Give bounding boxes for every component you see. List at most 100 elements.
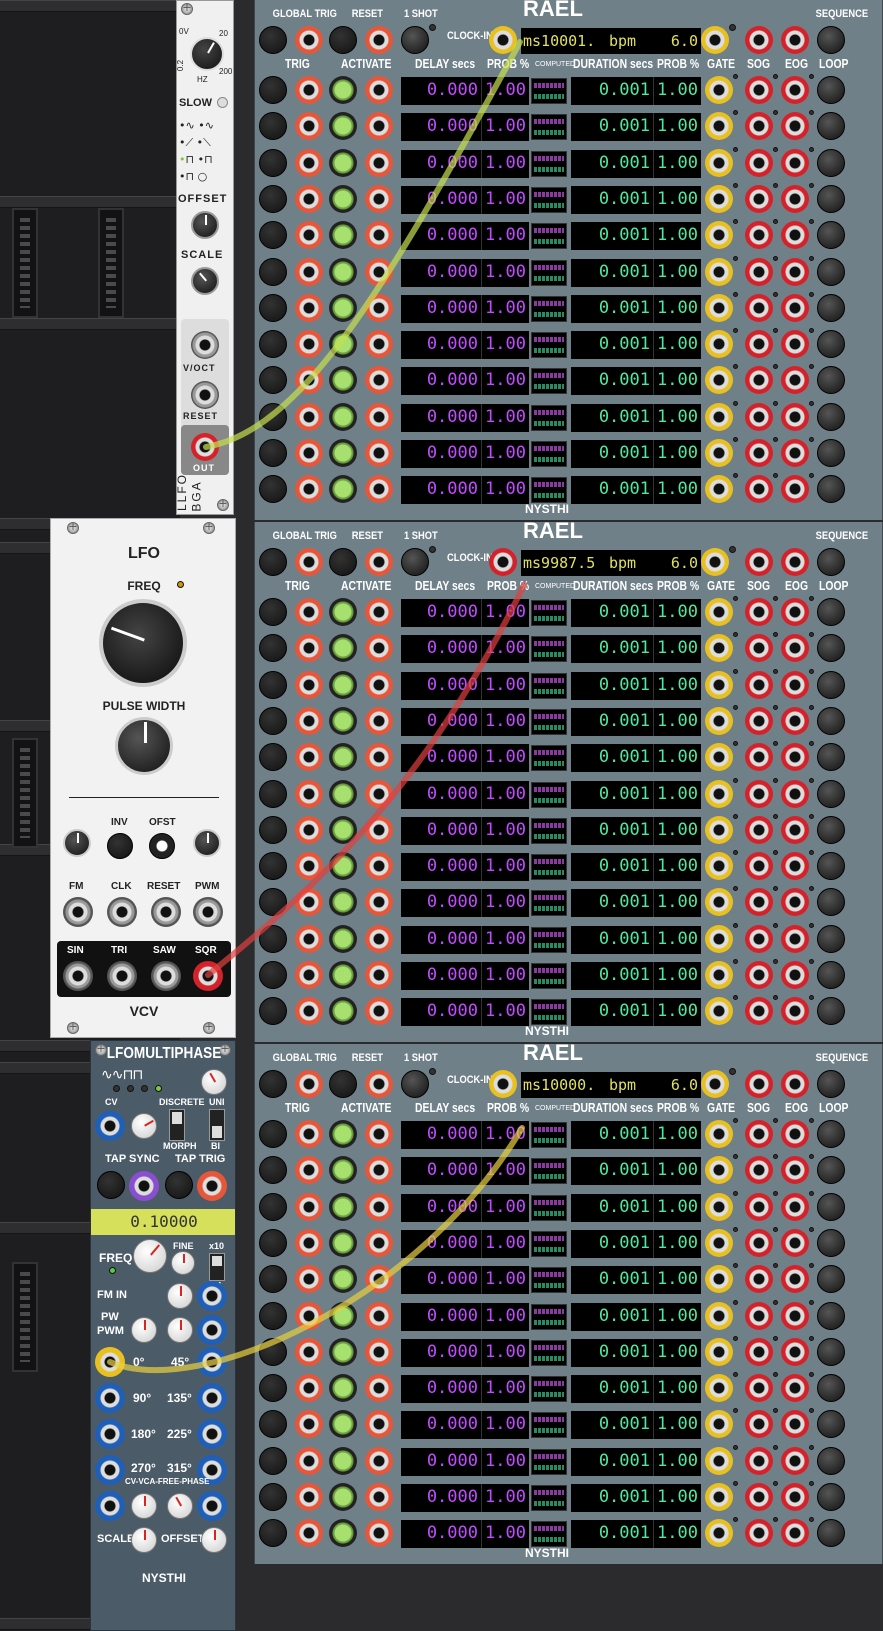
rael-row-prob2-display[interactable]: 1.00 <box>653 853 701 881</box>
rael-row-delay-display[interactable]: 0.000 <box>401 672 481 700</box>
rael-row-sog-output[interactable] <box>745 1519 773 1547</box>
rael-row-sog-output[interactable] <box>745 1410 773 1438</box>
rael-row-duration-display[interactable]: 0.001 <box>571 744 653 772</box>
llfo-reset-input[interactable] <box>191 381 219 409</box>
rael-row-eog-output[interactable] <box>781 634 809 662</box>
rael-row-activate-input[interactable] <box>365 221 393 249</box>
rael-row-delay-display[interactable]: 0.000 <box>401 1339 481 1367</box>
rael-row-activate-input[interactable] <box>365 330 393 358</box>
rael-row-trig-button[interactable] <box>259 439 287 467</box>
lfomp-scale-knob[interactable] <box>131 1527 157 1553</box>
rael-row-prob-display[interactable]: 1.00 <box>481 1448 529 1476</box>
rael-row-activate-button[interactable] <box>329 888 357 916</box>
rael-row-eog-output[interactable] <box>781 925 809 953</box>
rael-row-eog-output[interactable] <box>781 1265 809 1293</box>
lfomp-vca-knob[interactable] <box>131 1493 157 1519</box>
rael-global-trig-input[interactable] <box>295 26 323 54</box>
rael-row-delay-display[interactable]: 0.000 <box>401 599 481 627</box>
rael-row-trig-button[interactable] <box>259 707 287 735</box>
rael-row-duration-display[interactable]: 0.001 <box>571 222 653 250</box>
lfomp-phase-input[interactable] <box>197 1491 227 1521</box>
rael-row-duration-display[interactable]: 0.001 <box>571 1303 653 1331</box>
rael-row-sog-output[interactable] <box>745 1338 773 1366</box>
rael-row-activate-button[interactable] <box>329 1338 357 1366</box>
rael-row-activate-button[interactable] <box>329 366 357 394</box>
lfomp-discrete-morph-switch[interactable] <box>169 1109 185 1141</box>
rael-row-delay-display[interactable]: 0.000 <box>401 998 481 1026</box>
lfomp-phase-knob[interactable] <box>167 1493 193 1519</box>
rael-row-activate-input[interactable] <box>365 149 393 177</box>
rael-row-trig-button[interactable] <box>259 925 287 953</box>
rael-row-sog-output[interactable] <box>745 475 773 503</box>
rael-row-gate-output[interactable] <box>705 149 733 177</box>
rael-row-gate-output[interactable] <box>705 403 733 431</box>
rael-row-delay-display[interactable]: 0.000 <box>401 186 481 214</box>
rael-row-sog-output[interactable] <box>745 112 773 140</box>
rael-row-loop-button[interactable] <box>817 403 845 431</box>
rael-row-duration-display[interactable]: 0.001 <box>571 1339 653 1367</box>
rael-row-trig-button[interactable] <box>259 1483 287 1511</box>
rael-row-activate-input[interactable] <box>365 475 393 503</box>
rael-row-eog-output[interactable] <box>781 403 809 431</box>
rael-row-sog-output[interactable] <box>745 1374 773 1402</box>
rael-row-trig-input[interactable] <box>295 961 323 989</box>
vcv-lfo-pwm-atten[interactable] <box>193 829 221 857</box>
lfomp-cv-knob[interactable] <box>131 1113 157 1139</box>
rael-row-gate-output[interactable] <box>705 1483 733 1511</box>
rael-row-gate-output[interactable] <box>705 671 733 699</box>
rael-row-activate-button[interactable] <box>329 816 357 844</box>
rael-row-duration-display[interactable]: 0.001 <box>571 367 653 395</box>
rael-row-trig-input[interactable] <box>295 1447 323 1475</box>
rael-row-duration-display[interactable]: 0.001 <box>571 817 653 845</box>
rael-row-prob2-display[interactable]: 1.00 <box>653 77 701 105</box>
rael-row-activate-input[interactable] <box>365 671 393 699</box>
vcv-lfo-inv-button[interactable] <box>107 833 133 859</box>
rael-row-loop-button[interactable] <box>817 330 845 358</box>
rael-row-activate-input[interactable] <box>365 1338 393 1366</box>
rael-row-sog-output[interactable] <box>745 634 773 662</box>
rael-row-prob-display[interactable]: 1.00 <box>481 817 529 845</box>
rael-sog-sum-output[interactable] <box>745 548 773 576</box>
llfo-out-output[interactable] <box>191 433 219 461</box>
rael-row-loop-button[interactable] <box>817 439 845 467</box>
rael-row-delay-display[interactable]: 0.000 <box>401 1157 481 1185</box>
lfomp-uni-bi-switch[interactable] <box>209 1109 225 1141</box>
rael-row-gate-output[interactable] <box>705 743 733 771</box>
rael-row-gate-output[interactable] <box>705 1193 733 1221</box>
rael-row-gate-output[interactable] <box>705 925 733 953</box>
llfo-scale-knob[interactable] <box>191 267 219 295</box>
rael-row-prob2-display[interactable]: 1.00 <box>653 962 701 990</box>
rael-row-prob-display[interactable]: 1.00 <box>481 150 529 178</box>
rael-row-activate-input[interactable] <box>365 743 393 771</box>
rael-row-activate-input[interactable] <box>365 1447 393 1475</box>
rael-row-delay-display[interactable]: 0.000 <box>401 476 481 504</box>
rael-row-activate-button[interactable] <box>329 1156 357 1184</box>
rael-row-gate-output[interactable] <box>705 997 733 1025</box>
rael-row-activate-input[interactable] <box>365 439 393 467</box>
rael-row-activate-button[interactable] <box>329 997 357 1025</box>
rael-row-duration-display[interactable]: 0.001 <box>571 476 653 504</box>
rael-row-prob2-display[interactable]: 1.00 <box>653 817 701 845</box>
rael-row-gate-output[interactable] <box>705 1265 733 1293</box>
rael-row-sog-output[interactable] <box>745 1302 773 1330</box>
lfomp-fm-input[interactable] <box>197 1281 227 1311</box>
rael-row-activate-button[interactable] <box>329 258 357 286</box>
rael-row-loop-button[interactable] <box>817 475 845 503</box>
rael-row-loop-button[interactable] <box>817 1193 845 1221</box>
rael-row-delay-display[interactable]: 0.000 <box>401 889 481 917</box>
rael-row-trig-button[interactable] <box>259 961 287 989</box>
rael-row-prob-display[interactable]: 1.00 <box>481 1484 529 1512</box>
rael-row-activate-input[interactable] <box>365 366 393 394</box>
rael-row-trig-input[interactable] <box>295 1338 323 1366</box>
rael-global-trig-button[interactable] <box>259 548 287 576</box>
rael-row-prob-display[interactable]: 1.00 <box>481 476 529 504</box>
rael-row-prob2-display[interactable]: 1.00 <box>653 1448 701 1476</box>
rael-row-sog-output[interactable] <box>745 366 773 394</box>
rael-one-shot-button[interactable] <box>401 1070 429 1098</box>
rael-row-loop-button[interactable] <box>817 149 845 177</box>
rael-row-duration-display[interactable]: 0.001 <box>571 77 653 105</box>
rael-row-eog-output[interactable] <box>781 294 809 322</box>
rael-row-delay-display[interactable]: 0.000 <box>401 853 481 881</box>
vcv-lfo-freq-knob[interactable] <box>99 599 187 687</box>
rael-row-delay-display[interactable]: 0.000 <box>401 404 481 432</box>
